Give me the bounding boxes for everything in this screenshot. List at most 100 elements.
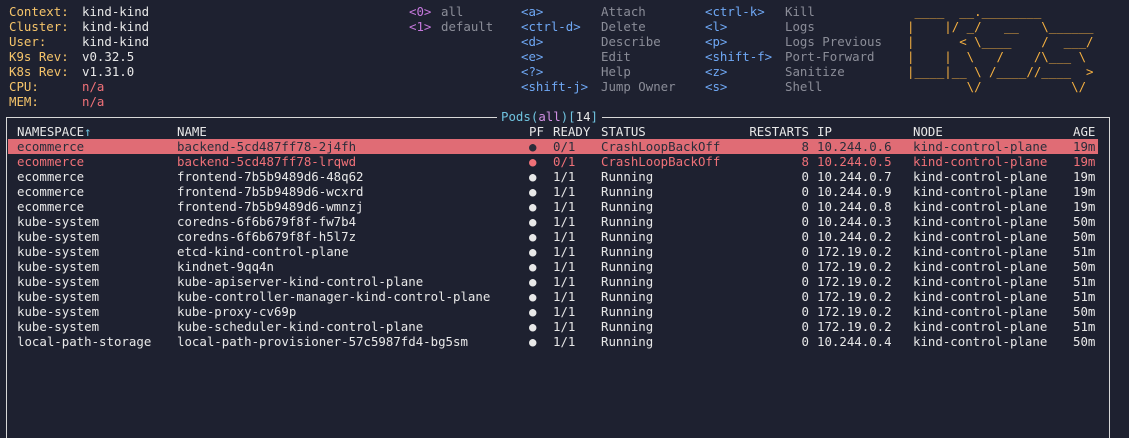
table-row[interactable]: local-path-storage local-path-provisioner… — [8, 334, 1098, 349]
cell-namespace: kube-system — [17, 304, 100, 319]
ns-key-0[interactable]: <0> — [409, 4, 431, 19]
col-header-name[interactable]: NAME — [177, 124, 207, 139]
cell-restarts: 0 — [801, 214, 809, 229]
context-label: Context: — [9, 4, 69, 19]
table-row[interactable]: kube-system etcd-kind-control-plane ● 1/1 Ru… — [8, 244, 1098, 259]
cell-node: kind-control-plane — [913, 139, 1048, 154]
cell-status: Running — [601, 229, 654, 244]
table-row[interactable]: kube-system kube-scheduler-kind-control-p… — [8, 319, 1098, 334]
cell-ready: 1/1 — [553, 274, 576, 289]
cell-namespace: kube-system — [17, 289, 100, 304]
table-row[interactable]: ecommerce backend-5cd487ff78-lrqwd ● 0/1 Cra… — [8, 154, 1098, 169]
hotkey-logs-previous-action[interactable]: Logs Previous — [785, 34, 882, 49]
table-row[interactable]: kube-system kube-apiserver-kind-control-p… — [8, 274, 1098, 289]
port-forward-dot-icon: ● — [529, 319, 537, 334]
ns-name-all[interactable]: all — [441, 4, 463, 19]
table-row[interactable]: kube-system coredns-6f6b679f8f-fw7b4 ● 1/1 R… — [8, 214, 1098, 229]
cell-age: 51m — [1073, 244, 1096, 259]
cell-ip: 10.244.0.2 — [817, 229, 892, 244]
col-header-pf[interactable]: PF — [529, 124, 544, 139]
table-row[interactable]: ecommerce frontend-7b5b9489d6-wcxrd ● 1/1 Ru… — [8, 184, 1098, 199]
cell-name: frontend-7b5b9489d6-wcxrd — [177, 184, 364, 199]
table-row[interactable]: ecommerce frontend-7b5b9489d6-wmnzj ● 1/1 Ru… — [8, 199, 1098, 214]
col-header-node[interactable]: NODE — [913, 124, 943, 139]
hotkey-port-forward-key[interactable]: <shift-f> — [705, 49, 772, 64]
cell-age: 51m — [1073, 274, 1096, 289]
ns-name-default[interactable]: default — [441, 19, 493, 34]
cell-name: kindnet-9qq4n — [177, 259, 274, 274]
table-row[interactable]: kube-system kindnet-9qq4n ● 1/1 Running 0 172.… — [8, 259, 1098, 274]
user-label: User: — [9, 34, 47, 49]
cell-status: Running — [601, 169, 654, 184]
cell-ip: 10.244.0.3 — [817, 214, 892, 229]
hotkey-edit-key[interactable]: <e> — [521, 49, 543, 64]
cell-restarts: 0 — [801, 229, 809, 244]
cell-status: Running — [601, 259, 654, 274]
cell-node: kind-control-plane — [913, 274, 1048, 289]
cell-age: 50m — [1073, 304, 1096, 319]
cell-namespace: kube-system — [17, 274, 100, 289]
col-header-status[interactable]: STATUS — [601, 124, 646, 139]
col-header-ip[interactable]: IP — [817, 124, 832, 139]
cell-node: kind-control-plane — [913, 334, 1048, 349]
col-header-ready[interactable]: READY — [553, 124, 590, 139]
hotkey-jump-owner-action[interactable]: Jump Owner — [601, 79, 676, 94]
cell-name: local-path-provisioner-57c5987fd4-bg5sm — [177, 334, 468, 349]
hotkey-sanitize-action[interactable]: Sanitize — [785, 64, 845, 79]
cell-ready: 1/1 — [553, 319, 576, 334]
cell-status: Running — [601, 304, 654, 319]
hotkey-help-key[interactable]: <?> — [521, 64, 543, 79]
col-header-namespace[interactable]: NAMESPACE↑ — [17, 124, 92, 139]
cell-name: kube-scheduler-kind-control-plane — [177, 319, 424, 334]
table-row[interactable]: ecommerce frontend-7b5b9489d6-48q62 ● 1/1 Ru… — [8, 169, 1098, 184]
cell-node: kind-control-plane — [913, 184, 1048, 199]
hotkey-describe-action[interactable]: Describe — [601, 34, 661, 49]
cell-namespace: kube-system — [17, 259, 100, 274]
hotkey-delete-key[interactable]: <ctrl-d> — [521, 19, 581, 34]
port-forward-dot-icon: ● — [529, 199, 537, 214]
hotkey-logs-action[interactable]: Logs — [785, 19, 815, 34]
table-header: NAMESPACE↑ NAME PF READY STATUS RESTARTS… — [8, 124, 1098, 139]
col-header-age[interactable]: AGE — [1073, 124, 1095, 139]
hotkey-describe-key[interactable]: <d> — [521, 34, 543, 49]
cell-ip: 172.19.0.2 — [817, 289, 892, 304]
table-row[interactable]: kube-system kube-controller-manager-kind-… — [8, 289, 1098, 304]
cell-status: Running — [601, 274, 654, 289]
cell-restarts: 0 — [801, 169, 809, 184]
hotkey-shell-action[interactable]: Shell — [785, 79, 822, 94]
hotkey-kill-action[interactable]: Kill — [785, 4, 815, 19]
hotkey-logs-key[interactable]: <l> — [705, 19, 727, 34]
hotkey-logs-previous-key[interactable]: <p> — [705, 34, 727, 49]
cell-namespace: ecommerce — [17, 169, 85, 184]
hotkey-jump-owner-key[interactable]: <shift-j> — [521, 79, 588, 94]
cell-ready: 1/1 — [553, 214, 576, 229]
cell-status: Running — [601, 289, 654, 304]
hotkey-shell-key[interactable]: <s> — [705, 79, 727, 94]
hotkey-attach-key[interactable]: <a> — [521, 4, 543, 19]
table-row[interactable]: kube-system coredns-6f6b679f8f-h5l7z ● 1/1 R… — [8, 229, 1098, 244]
k8s-rev-label: K8s Rev: — [9, 64, 69, 79]
hotkey-kill-key[interactable]: <ctrl-k> — [705, 4, 765, 19]
cell-node: kind-control-plane — [913, 319, 1048, 334]
cpu-label: CPU: — [9, 79, 39, 94]
view-title: Pods(all)[14] — [497, 109, 603, 124]
col-header-restarts[interactable]: RESTARTS — [737, 124, 809, 139]
cell-age: 50m — [1073, 259, 1096, 274]
context-value: kind-kind — [82, 4, 150, 19]
port-forward-dot-icon: ● — [529, 274, 537, 289]
table-row[interactable]: ecommerce backend-5cd487ff78-2j4fh ● 0/1 Cra… — [8, 139, 1098, 154]
ns-key-1[interactable]: <1> — [409, 19, 431, 34]
cell-node: kind-control-plane — [913, 304, 1048, 319]
cell-age: 51m — [1073, 289, 1096, 304]
hotkey-help-action[interactable]: Help — [601, 64, 631, 79]
hotkey-sanitize-key[interactable]: <z> — [705, 64, 727, 79]
hotkey-port-forward-action[interactable]: Port-Forward — [785, 49, 875, 64]
hotkey-edit-action[interactable]: Edit — [601, 49, 631, 64]
hotkey-delete-action[interactable]: Delete — [601, 19, 646, 34]
cell-ready: 1/1 — [553, 184, 576, 199]
cell-ip: 172.19.0.2 — [817, 274, 892, 289]
table-row[interactable]: kube-system kube-proxy-cv69p ● 1/1 Running 0 1… — [8, 304, 1098, 319]
cell-node: kind-control-plane — [913, 154, 1048, 169]
cell-ip: 172.19.0.2 — [817, 319, 892, 334]
hotkey-attach-action[interactable]: Attach — [601, 4, 646, 19]
